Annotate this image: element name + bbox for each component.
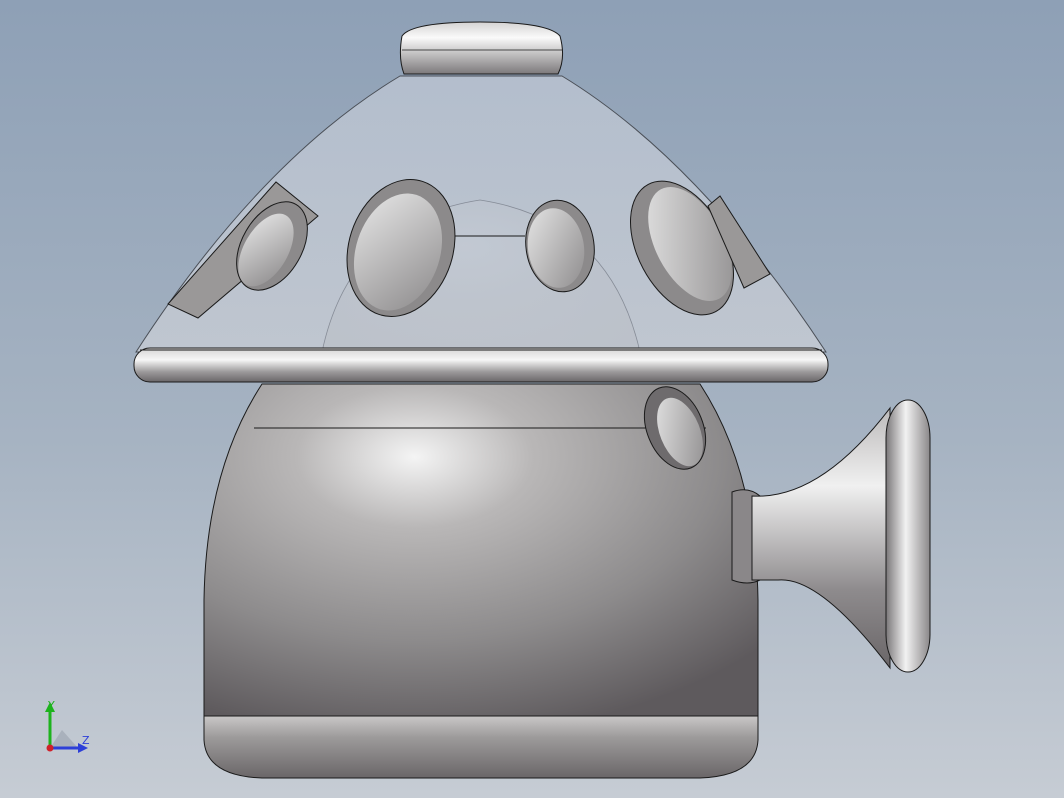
model-render[interactable] <box>0 0 1064 798</box>
y-axis-label: Y <box>48 699 55 712</box>
coordinate-triad: Y Z <box>38 700 98 756</box>
z-axis-label: Z <box>82 734 90 747</box>
horn-flange <box>885 399 931 673</box>
triad-axes-icon <box>45 702 88 753</box>
base-band <box>203 715 759 779</box>
graphics-viewport[interactable]: Y Z <box>0 0 1064 798</box>
horn-bell <box>751 406 891 670</box>
top-knob <box>399 21 564 75</box>
cap-rim <box>133 347 829 383</box>
